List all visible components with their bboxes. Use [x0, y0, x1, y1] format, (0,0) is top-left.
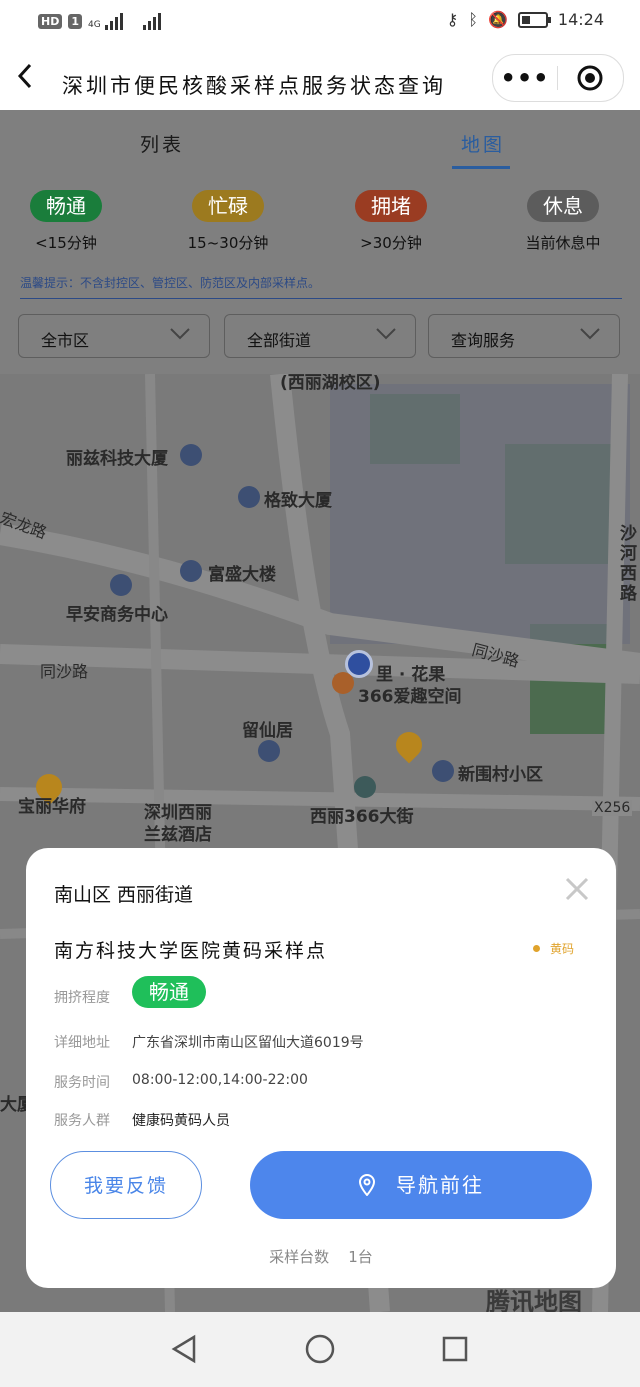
crowd-label: 拥挤程度	[54, 990, 110, 1006]
legend-item-rest: 休息 当前休息中	[498, 190, 628, 253]
people-value: 健康码黄码人员	[132, 1113, 230, 1129]
people-row: 服务人群 健康码黄码人员	[54, 1110, 230, 1130]
site-info-card: 南山区 西丽街道 南方科技大学医院黄码采样点 黄码 拥挤程度 畅通 详细地址 广…	[26, 848, 616, 1288]
status-bar: HD 1 4G ⚷ ᛒ 🔕 14:24	[0, 0, 640, 44]
poi-icon[interactable]	[354, 776, 376, 798]
legend-item-crowded: 拥堵 >30分钟	[326, 190, 456, 253]
district-street: 南山区 西丽街道	[54, 884, 194, 906]
sim-badge: 1	[68, 13, 82, 29]
hours-label: 服务时间	[54, 1075, 110, 1091]
map-label: 留仙居	[242, 721, 293, 741]
tab-list[interactable]: 列表	[140, 130, 184, 157]
district-select[interactable]: 全市区	[18, 314, 210, 358]
home-circle-icon[interactable]	[305, 1334, 335, 1364]
more-dots-icon[interactable]: •••	[493, 64, 557, 92]
code-label: 黄码	[549, 942, 574, 956]
hours-row: 服务时间 08:00-12:00,14:00-22:00	[54, 1072, 308, 1092]
tab-map[interactable]: 地图	[461, 130, 505, 157]
key-icon: ⚷	[446, 10, 459, 29]
chevron-down-icon	[170, 328, 190, 340]
service-select[interactable]: 查询服务	[428, 314, 620, 358]
building-icon[interactable]	[110, 574, 132, 596]
map-label: 兰兹酒店	[144, 825, 212, 845]
legend: 畅通 <15分钟 忙碌 15~30分钟 拥堵 >30分钟 休息 当前休息中	[0, 190, 640, 253]
signal-icon: 4G	[88, 12, 123, 30]
count-label: 采样台数	[269, 1248, 330, 1266]
recents-square-icon[interactable]	[442, 1336, 468, 1362]
count-value: 1台	[348, 1248, 373, 1266]
page-title: 深圳市便民核酸采样点服务状态查询	[62, 74, 446, 98]
divider	[20, 298, 622, 299]
map-label: 366爱趣空间	[358, 687, 462, 707]
chevron-down-icon	[376, 328, 396, 340]
legend-pill: 休息	[527, 190, 599, 222]
address-value: 广东省深圳市南山区留仙大道6019号	[132, 1035, 364, 1051]
map-road-label: 沙河西路	[620, 524, 637, 604]
signal-icon	[142, 12, 161, 30]
title-bar: 深圳市便民核酸采样点服务状态查询 •••	[0, 44, 640, 110]
chevron-down-icon	[580, 328, 600, 340]
map-road-label: X256	[592, 800, 633, 816]
filter-row: 全市区 全部街道 查询服务	[18, 314, 622, 360]
bluetooth-icon: ᛒ	[468, 10, 478, 29]
back-triangle-icon[interactable]	[170, 1334, 198, 1364]
legend-pill: 忙碌	[192, 190, 264, 222]
address-label: 详细地址	[54, 1035, 110, 1051]
site-name: 南方科技大学医院黄码采样点	[54, 940, 328, 962]
map-label: 丽兹科技大厦	[66, 449, 168, 469]
navigate-button[interactable]: 导航前往	[250, 1151, 592, 1219]
tab-bar: 列表 地图	[0, 110, 640, 174]
legend-desc: <15分钟	[35, 234, 97, 252]
hours-value: 08:00-12:00,14:00-22:00	[132, 1072, 308, 1088]
menu-capsule: •••	[492, 54, 624, 102]
map-label: 宝丽华府	[18, 797, 86, 817]
feedback-button[interactable]: 我要反馈	[50, 1151, 202, 1219]
building-icon[interactable]	[180, 560, 202, 582]
select-label: 全市区	[41, 331, 90, 350]
address-row: 详细地址 广东省深圳市南山区留仙大道6019号	[54, 1032, 364, 1052]
select-label: 全部街道	[247, 331, 312, 350]
legend-desc: 当前休息中	[525, 234, 601, 252]
legend-desc: 15~30分钟	[187, 234, 269, 252]
map-road-label: 同沙路	[40, 662, 89, 681]
system-nav-bar	[0, 1312, 640, 1387]
people-label: 服务人群	[54, 1113, 110, 1129]
building-icon[interactable]	[432, 760, 454, 782]
legend-item-smooth: 畅通 <15分钟	[1, 190, 131, 253]
map-label: 格致大厦	[264, 491, 332, 511]
tip-text: 温馨提示：不含封控区、管控区、防范区及内部采样点。	[20, 276, 321, 290]
building-icon[interactable]	[258, 740, 280, 762]
legend-pill: 畅通	[30, 190, 102, 222]
building-icon[interactable]	[238, 486, 260, 508]
street-select[interactable]: 全部街道	[224, 314, 416, 358]
shop-icon[interactable]	[332, 672, 354, 694]
map-label: (西丽湖校区)	[280, 374, 381, 393]
select-label: 查询服务	[451, 331, 516, 350]
code-badge: 黄码	[532, 940, 574, 957]
status-badge: 畅通	[132, 976, 206, 1008]
mute-bell-icon: 🔕	[487, 10, 508, 29]
battery-icon	[517, 11, 551, 28]
filter-panel: 列表 地图 畅通 <15分钟 忙碌 15~30分钟 拥堵 >30分钟 休息 当前…	[0, 110, 640, 374]
map-label: 早安商务中心	[66, 605, 168, 625]
map-label: 富盛大楼	[208, 565, 276, 585]
close-icon[interactable]	[564, 876, 590, 902]
yellow-dot-icon	[532, 945, 540, 952]
legend-desc: >30分钟	[360, 234, 422, 252]
map-label: 新围村小区	[458, 765, 543, 785]
clock: 14:24	[557, 10, 604, 29]
chevron-left-icon[interactable]	[16, 62, 34, 95]
location-pin-icon	[358, 1173, 376, 1197]
hd-badge: HD	[38, 13, 63, 29]
building-icon[interactable]	[180, 444, 202, 466]
navigate-label: 导航前往	[396, 1173, 484, 1197]
sampling-count: 采样台数 1台	[26, 1246, 616, 1267]
legend-item-busy: 忙碌 15~30分钟	[163, 190, 293, 253]
legend-pill: 拥堵	[355, 190, 427, 222]
map-label: 西丽366大街	[310, 807, 414, 827]
target-icon[interactable]	[558, 65, 622, 91]
tab-underline	[452, 166, 510, 169]
